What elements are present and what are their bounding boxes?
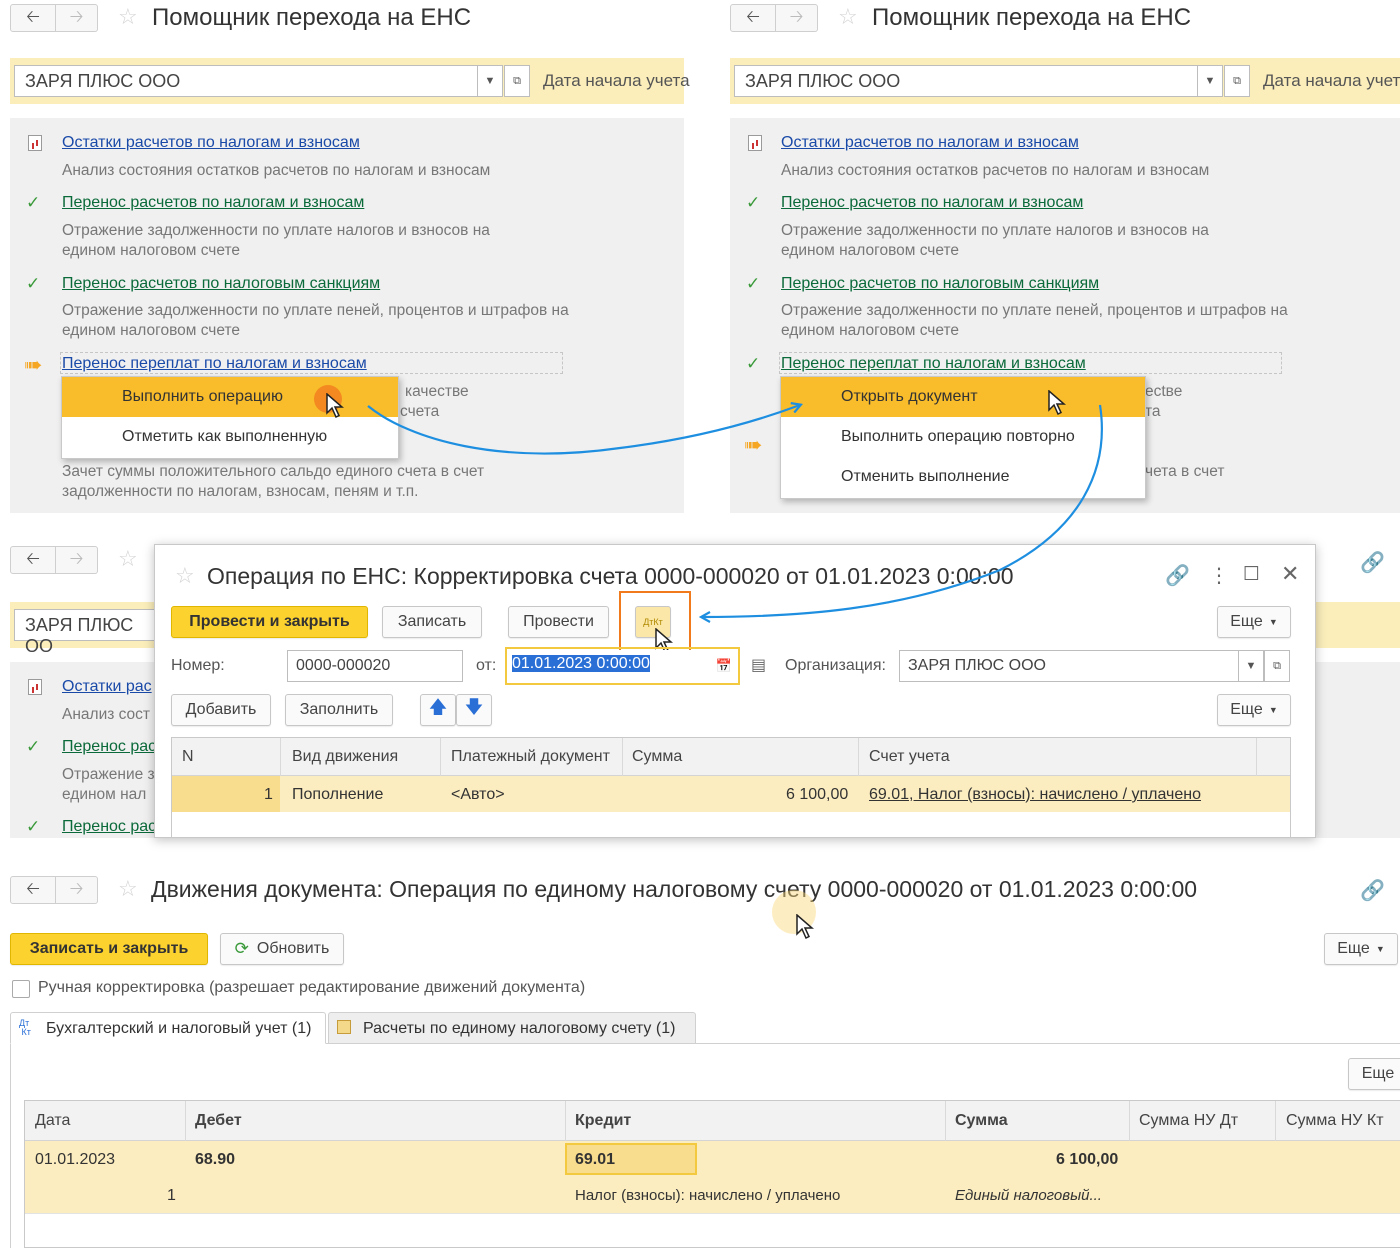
flow-arrow <box>702 404 1103 617</box>
flow-arrows <box>367 0 1103 1248</box>
flow-arrow <box>367 405 800 455</box>
